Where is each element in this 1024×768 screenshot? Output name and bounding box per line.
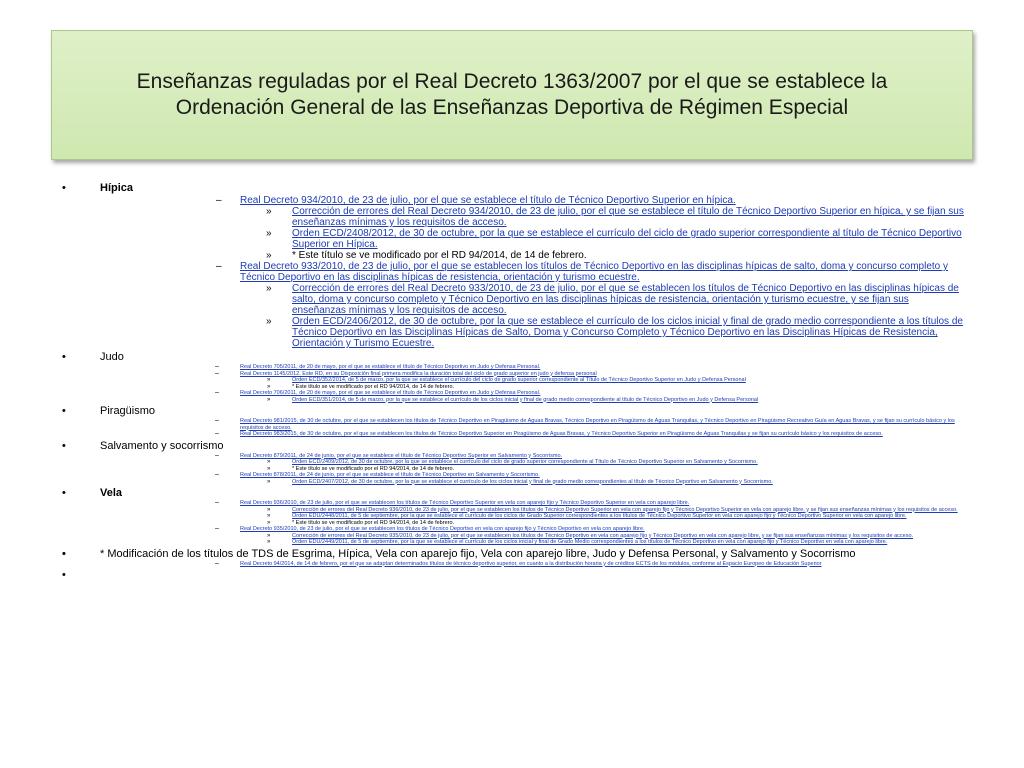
decree-link[interactable]: Real Decreto 878/2011, de 24 de junio, p… — [240, 472, 540, 478]
decree-link[interactable]: Real Decreto 933/2010, de 23 de julio, p… — [240, 261, 948, 283]
sub-list-item: » Orden ECD/2407/2012, de 30 de octubre, … — [267, 479, 964, 486]
section-heading-text: * Modificación de los títulos de TDS de … — [100, 547, 856, 560]
section: • Piragüismo – Real Decreto 981/2015, de 30… — [0, 405, 1024, 438]
content-list: • Hípica – Real Decreto 934/2010, de 23 de … — [0, 180, 1024, 581]
section-heading-text: Piragüismo — [100, 405, 156, 417]
section-heading-text: Salvamento y socorrismo — [100, 439, 224, 452]
bullet-dot: • — [62, 182, 66, 194]
sub-list-item: » Orden EDU/2449/2011, de 5 de septiembre… — [267, 539, 964, 546]
section: • Hípica – Real Decreto 934/2010, de 23 de … — [0, 182, 1024, 349]
bullet-chevron: » — [266, 250, 272, 261]
order-link[interactable]: Orden ECD/2409/2012, de 30 de octubre, p… — [292, 459, 758, 465]
note-text: * Este título se ve modificado por el RD… — [292, 519, 455, 526]
order-link[interactable]: Orden EDU/2449/2011, de 5 de septiembre,… — [292, 539, 887, 545]
bullet-dash: – — [215, 417, 219, 424]
section-heading-text: Hípica — [100, 182, 134, 194]
section: • Vela – Real Decreto 936/2010, de 23 de ju… — [0, 487, 1024, 546]
note-text: * Este título se ve modificado por el RD… — [292, 383, 455, 390]
decree-link[interactable]: Real Decreto 94/2014, de 14 de febrero, … — [240, 561, 822, 567]
order-link[interactable]: Orden ECD/351/2014, de 5 de marzo, por l… — [292, 397, 758, 403]
title-box: Enseñanzas reguladas por el Real Decreto… — [51, 30, 973, 160]
bullet-chevron: » — [267, 478, 271, 485]
order-link[interactable]: Orden ECD/2406/2012, de 30 de octubre, p… — [292, 316, 963, 349]
order-link[interactable]: Corrección de errores del Real Decreto 9… — [292, 507, 958, 513]
note-text: * Este título se ve modificado por el RD… — [292, 250, 587, 261]
bullet-chevron: » — [267, 396, 271, 403]
bullet-dot: • — [62, 405, 66, 417]
order-link[interactable]: Corrección de errores del Real Decreto 9… — [292, 283, 959, 316]
decree-link[interactable]: Real Decreto 935/2010, de 23 de julio, p… — [240, 526, 645, 532]
section: • Salvamento y socorrismo – Real Decreto 87… — [0, 440, 1024, 486]
sub-list-item: » * Este título se ve modificado por el R… — [266, 250, 964, 261]
section-heading: • Vela — [62, 487, 1024, 500]
order-link[interactable]: Orden ECD/2407/2012, de 30 de octubre, p… — [292, 479, 773, 485]
bullet-dot: • — [62, 547, 66, 560]
list-item: – Real Decreto 983/2015, de 30 de octubre… — [215, 430, 969, 438]
section: • Judo – Real Decreto 705/2011, de 20 de ma… — [0, 351, 1024, 403]
sub-list-item: » Orden ECD/2408/2012, de 30 de octubre, … — [266, 228, 964, 250]
bullet-dash: – — [215, 525, 219, 532]
bullet-dash: – — [216, 195, 222, 206]
section-heading-text: Judo — [100, 351, 124, 363]
bullet-dash: – — [216, 261, 222, 272]
bullet-chevron: » — [266, 206, 272, 217]
bullet-chevron: » — [266, 228, 272, 239]
list-item: – Real Decreto 94/2014, de 14 de febrero,… — [215, 560, 969, 568]
bullet-dash: – — [215, 430, 219, 437]
section-heading: • * Modificación de los títulos de TDS de… — [62, 547, 1024, 561]
list-item: – Real Decreto 981/2015, de 30 de octubre… — [215, 417, 969, 431]
note-text: * Este título se ve modificado por el RD… — [292, 465, 455, 472]
decree-link[interactable]: Real Decreto 705/2011, de 20 de mayo, po… — [240, 364, 540, 370]
decree-link[interactable]: Real Decreto 936/2010, de 23 de julio, p… — [240, 500, 689, 506]
decree-link[interactable]: Real Decreto 1145/2012. Este RD, en su D… — [240, 371, 597, 377]
bullet-dash: – — [215, 471, 219, 478]
bullet-dot: • — [62, 487, 66, 499]
slide-title: Enseñanzas reguladas por el Real Decreto… — [136, 70, 888, 119]
decree-link[interactable]: Real Decreto 879/2011, de 24 de junio, p… — [240, 453, 562, 459]
decree-link[interactable]: Real Decreto 934/2010, de 23 de julio, p… — [240, 195, 736, 206]
bullet-chevron: » — [266, 316, 272, 327]
order-link[interactable]: Corrección de errores del Real Decreto 9… — [292, 533, 913, 539]
decree-link[interactable]: Real Decreto 706/2011, de 20 de mayo, po… — [240, 390, 540, 396]
section-heading: • Judo — [62, 351, 1024, 364]
decree-link[interactable]: Real Decreto 983/2015, de 30 de octubre,… — [240, 431, 883, 437]
order-link[interactable]: Orden ECD/2408/2012, de 30 de octubre, p… — [292, 228, 962, 250]
bullet-chevron: » — [266, 283, 272, 294]
bullet-dash: – — [215, 451, 219, 459]
sub-list-item: » Orden ECD/351/2014, de 5 de marzo, por … — [267, 397, 964, 404]
decree-link[interactable]: Real Decreto 981/2015, de 30 de octubre,… — [240, 418, 955, 431]
section-heading-text: Vela — [100, 487, 123, 499]
section-heading: • Hípica — [62, 182, 1024, 195]
section: • * Modificación de los títulos de TDS de… — [0, 548, 1024, 568]
section-heading: • Salvamento y socorrismo — [62, 439, 1024, 453]
bullet-dash: – — [215, 369, 219, 377]
sub-list-item: » Orden ECD/2406/2012, de 30 de octubre, … — [266, 316, 964, 349]
sub-list-item: » Corrección de errores del Real Decreto … — [266, 283, 964, 316]
order-link[interactable]: Orden EDU/2448/2011, de 5 de septiembre,… — [292, 513, 907, 519]
bullet-dash: – — [215, 559, 219, 567]
bullet-dot: • — [62, 569, 66, 581]
bullet-dash: – — [215, 389, 219, 396]
order-link[interactable]: Orden ECD/352/2014, de 5 de marzo, por l… — [292, 377, 746, 383]
list-item: – Real Decreto 934/2010, de 23 de julio, … — [216, 195, 969, 206]
bullet-dot: • — [62, 351, 66, 363]
sub-list-item: » Corrección de errores del Real Decreto … — [266, 206, 964, 228]
order-link[interactable]: Corrección de errores del Real Decreto 9… — [292, 206, 964, 228]
section-heading: • Piragüismo — [62, 405, 1024, 418]
bullet-dash: – — [215, 499, 219, 506]
bullet-dot: • — [62, 439, 66, 452]
bullet-chevron: » — [267, 539, 271, 545]
list-item: – Real Decreto 933/2010, de 23 de julio, … — [216, 261, 969, 283]
